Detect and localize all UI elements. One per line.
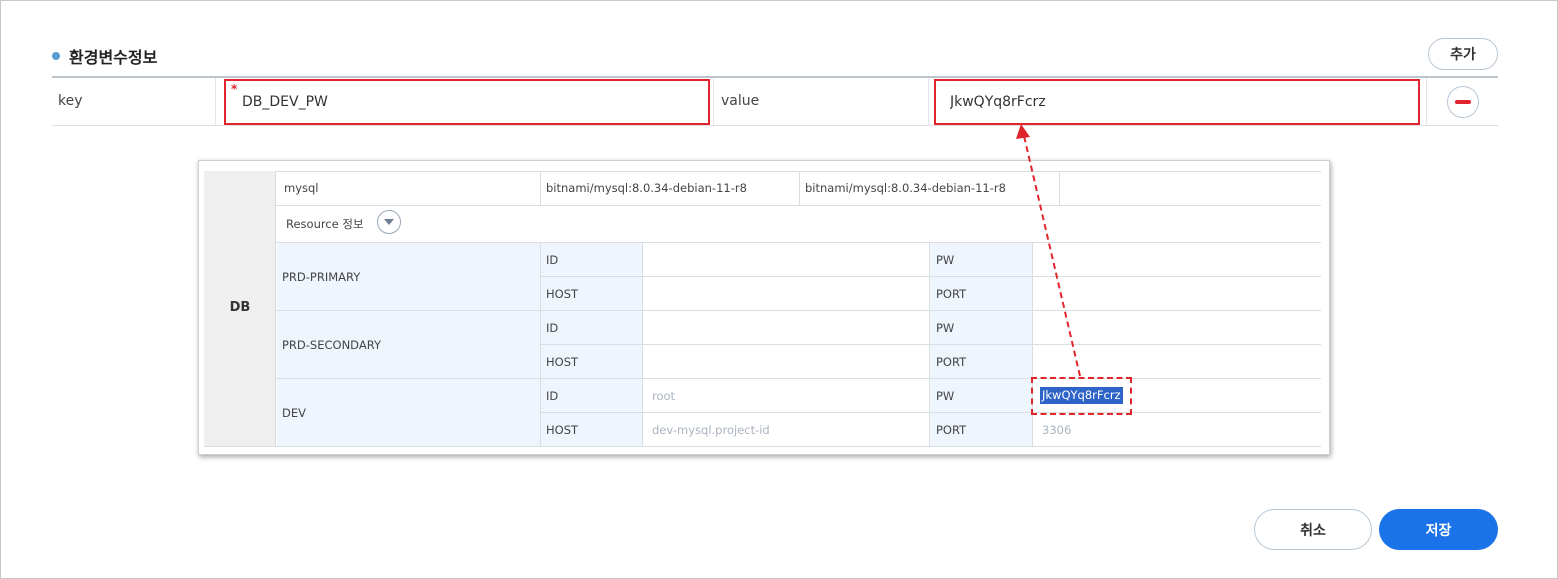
pw-highlight-box xyxy=(1031,377,1132,415)
remove-row-button[interactable] xyxy=(1447,86,1479,118)
grid-line xyxy=(540,171,541,205)
grid-line xyxy=(204,446,1321,447)
bullet-icon xyxy=(52,52,60,60)
env-name: DEV xyxy=(282,406,306,420)
column-divider xyxy=(215,78,216,125)
grid-line xyxy=(541,412,1321,413)
id-label: ID xyxy=(546,253,559,267)
grid-line xyxy=(541,276,1321,277)
image-name: mysql xyxy=(284,181,319,195)
db-category-label: DB xyxy=(229,300,251,315)
section-title: 환경변수정보 xyxy=(69,48,158,67)
resource-info-label: Resource 정보 xyxy=(286,217,364,231)
port-label: PORT xyxy=(936,355,967,369)
pw-label: PW xyxy=(936,253,955,267)
host-label: HOST xyxy=(546,423,579,437)
required-mark: * xyxy=(231,82,238,96)
grid-line xyxy=(642,242,643,446)
grid-line xyxy=(276,205,1321,206)
env-name: PRD-SECONDARY xyxy=(282,338,381,352)
host-label: HOST xyxy=(546,287,579,301)
column-divider xyxy=(713,78,714,125)
port-label: PORT xyxy=(936,287,967,301)
grid-line xyxy=(540,242,541,446)
cancel-button[interactable]: 취소 xyxy=(1254,509,1372,550)
pw-label: PW xyxy=(936,389,955,403)
grid-line xyxy=(541,344,1321,345)
grid-line xyxy=(1032,242,1033,446)
section-header: 환경변수정보 xyxy=(52,44,157,68)
host-label: HOST xyxy=(546,355,579,369)
id-label: ID xyxy=(546,321,559,335)
dev-port-value: 3306 xyxy=(1042,423,1072,437)
value-input[interactable] xyxy=(934,79,1420,125)
grid-line xyxy=(799,171,800,205)
pw-label: PW xyxy=(936,321,955,335)
column-divider xyxy=(928,78,929,125)
grid-line xyxy=(276,310,1321,311)
image-tag: bitnami/mysql:8.0.34-debian-11-r8 xyxy=(546,181,747,195)
chevron-down-icon[interactable] xyxy=(377,210,401,234)
port-label: PORT xyxy=(936,423,967,437)
table-bottom-border xyxy=(52,125,1498,126)
image-tag: bitnami/mysql:8.0.34-debian-11-r8 xyxy=(805,181,1006,195)
save-button[interactable]: 저장 xyxy=(1379,509,1498,550)
value-label: value xyxy=(721,93,760,109)
table-top-border xyxy=(52,76,1498,78)
grid-line xyxy=(276,378,1321,379)
key-input[interactable] xyxy=(224,79,710,125)
dev-id-value: root xyxy=(652,389,676,403)
grid-line xyxy=(276,242,1321,243)
label-bg xyxy=(277,379,541,446)
add-button[interactable]: 추가 xyxy=(1428,38,1498,70)
env-name: PRD-PRIMARY xyxy=(282,270,361,284)
key-label: key xyxy=(58,93,83,109)
grid-line xyxy=(1059,171,1060,205)
minus-icon xyxy=(1455,100,1471,104)
dev-host-value: dev-mysql.project-id xyxy=(652,423,770,437)
grid-line xyxy=(929,242,930,446)
column-divider xyxy=(1426,78,1427,125)
id-label: ID xyxy=(546,389,559,403)
